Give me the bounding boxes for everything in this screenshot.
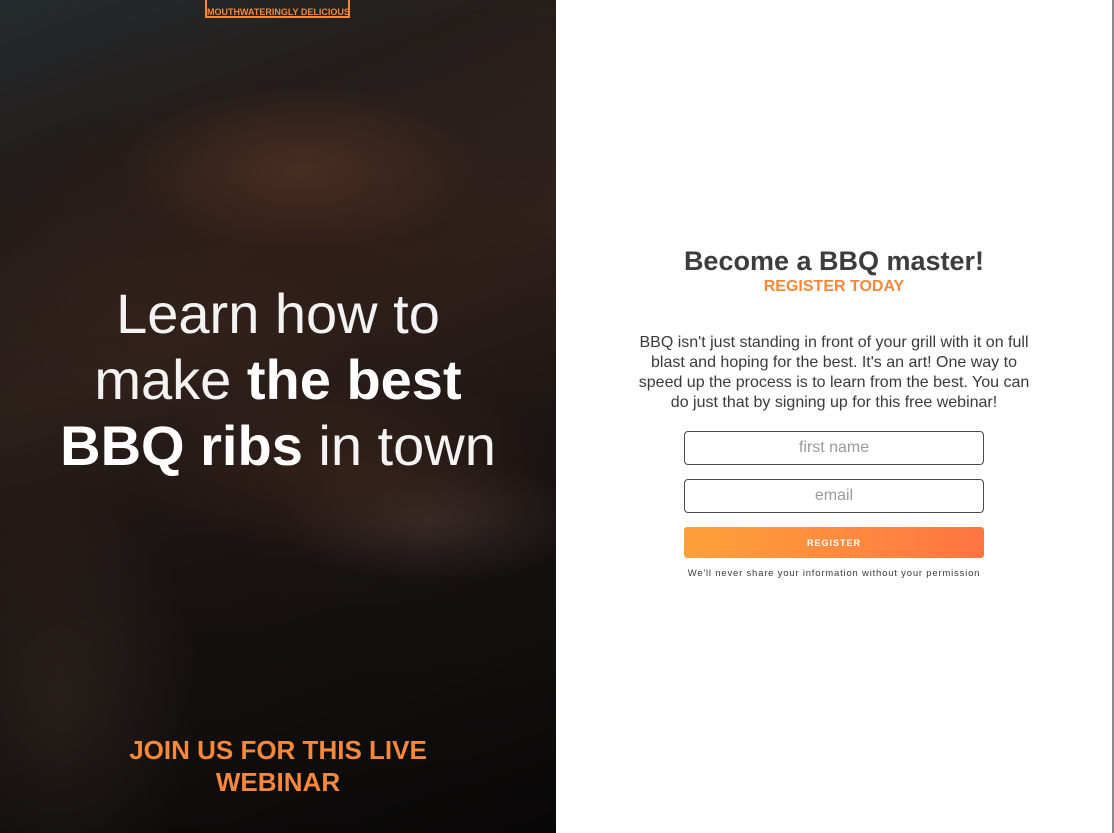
- webinar-cta-text: JOIN US FOR THIS LIVE WEBINAR: [129, 735, 427, 797]
- hero-heading-line-2-thin: make: [94, 348, 247, 411]
- hero-heading-line-3: BBQ ribs in town: [0, 414, 556, 480]
- hero-heading-line-2-bold: the best: [246, 348, 462, 411]
- hero-heading-line-1: Learn how to: [0, 282, 556, 348]
- first-name-input[interactable]: [684, 431, 984, 465]
- register-button[interactable]: REGISTER: [684, 527, 984, 558]
- hero-heading-line-2: make the best: [0, 348, 556, 414]
- registration-panel: Become a BBQ master! REGISTER TODAY BBQ …: [556, 0, 1114, 833]
- email-input[interactable]: [684, 479, 984, 513]
- hero-heading-line-1-text: Learn how to: [116, 282, 440, 345]
- hero-heading-line-3-bold: BBQ ribs: [60, 414, 303, 477]
- hero-section: MOUTHWATERINGLY DELICIOUS Learn how to m…: [0, 0, 556, 833]
- brand-badge: MOUTHWATERINGLY DELICIOUS: [205, 0, 350, 18]
- landing-page: MOUTHWATERINGLY DELICIOUS Learn how to m…: [0, 0, 1114, 833]
- panel-description: BBQ isn't just standing in front of your…: [638, 334, 1030, 411]
- hero-heading: Learn how to make the best BBQ ribs in t…: [0, 282, 556, 480]
- privacy-note: We'll never share your information witho…: [687, 568, 981, 579]
- panel-subtitle: REGISTER TODAY: [763, 278, 905, 295]
- hero-heading-line-3-thin: in town: [302, 414, 496, 477]
- panel-title: Become a BBQ master!: [683, 246, 985, 276]
